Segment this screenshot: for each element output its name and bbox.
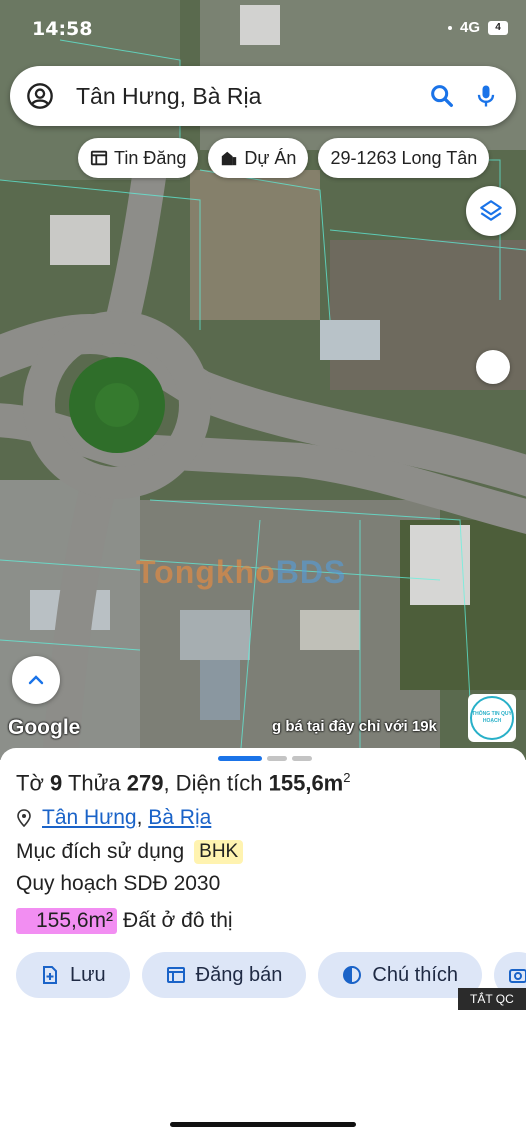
microphone-icon[interactable] [472,82,500,110]
legend-label: Chú thích [372,963,458,986]
sheet-pager [218,756,312,761]
camera-icon [509,969,526,983]
plan-info-logo[interactable]: THÔNG TIN QUY HOẠCH [468,694,516,742]
action-buttons: Lưu Đăng bán Chú thích [16,952,526,998]
chip-label: Dự Án [244,147,297,168]
city-link[interactable]: Bà Rịa [148,806,211,830]
land-type-row: 155,6m² Đất ở đô thị [16,908,233,934]
scroll-handle[interactable] [476,350,510,384]
post-sale-label: Đăng bán [195,963,283,986]
plan-title: Quy hoạch SDĐ 2030 [16,872,221,895]
plot-number: 279 [126,770,164,796]
status-bar: 14:58 4G 4 [0,16,526,42]
legend-icon [343,966,362,984]
status-time: 14:58 [32,18,93,40]
chip-label: Tin Đăng [114,147,187,168]
parcel-info-sheet: Tờ 9 Thửa 279, Diện tích 155,6m2 Tân Hưn… [0,748,526,1138]
land-type-label: Đất ở đô thị [123,909,233,932]
project-icon [222,151,237,166]
chevron-up-icon [28,675,44,685]
ad-ticker: g bá tại đây chỉ với 19k [272,718,437,735]
chip-du-an[interactable]: Dự Án [208,138,309,178]
search-icon[interactable] [428,82,456,110]
pager-dot [292,756,312,761]
layers-icon [480,200,502,221]
signal-dot [447,25,452,30]
save-label: Lưu [70,963,106,986]
plan-logo-text: THÔNG TIN QUY HOẠCH [470,696,514,740]
chip-tin-dang[interactable]: Tin Đăng [78,138,199,178]
post-sale-icon [166,967,185,983]
pager-dot-active [218,756,262,761]
post-sale-button[interactable]: Đăng bán [141,952,307,998]
parcel-title: Tờ 9 Thửa 279, Diện tích 155,6m2 [16,770,350,796]
save-icon [43,966,57,984]
location-pin-icon [17,809,31,827]
purpose-label: Mục đích sử dụng [16,840,185,863]
location-separator: , [136,806,149,829]
listing-icon [90,150,108,166]
sheet-label: Tờ [16,770,44,796]
chip-parcel-id[interactable]: 29-1263 Long Tân [318,138,490,178]
land-area-badge: 155,6m² [16,908,118,934]
network-label: 4G [459,19,480,36]
pager-dot [267,756,287,761]
account-icon[interactable] [26,82,54,110]
google-attribution: Google [8,716,81,739]
purpose-code-badge: BHK [194,840,244,864]
sheet-number: 9 [50,770,63,796]
search-bar[interactable]: Tân Hưng, Bà Rịa [10,66,516,126]
plot-label: Thửa [67,770,121,796]
area-label: , Diện tích [163,770,263,796]
layers-button[interactable] [466,186,516,236]
battery-icon: 4 [488,20,508,35]
expand-button[interactable] [12,656,60,704]
hide-ads-button[interactable]: TẮT QC [458,988,526,1010]
area-value: 155,6m [268,770,344,796]
area-unit: 2 [343,770,351,785]
ward-link[interactable]: Tân Hưng [42,806,137,830]
filter-chips: Tin Đăng Dự Án 29-1263 Long Tân [78,138,490,178]
land-use-purpose: Mục đích sử dụng BHK [16,840,244,864]
parcel-location: Tân Hưng, Bà Rịa [16,806,211,830]
save-button[interactable]: Lưu [16,952,130,998]
status-indicators: 4G 4 [447,19,508,36]
home-indicator[interactable] [170,1122,356,1127]
chip-label: 29-1263 Long Tân [330,147,478,168]
search-query[interactable]: Tân Hưng, Bà Rịa [76,83,428,110]
watermark: TongkhoBDS [136,554,347,590]
